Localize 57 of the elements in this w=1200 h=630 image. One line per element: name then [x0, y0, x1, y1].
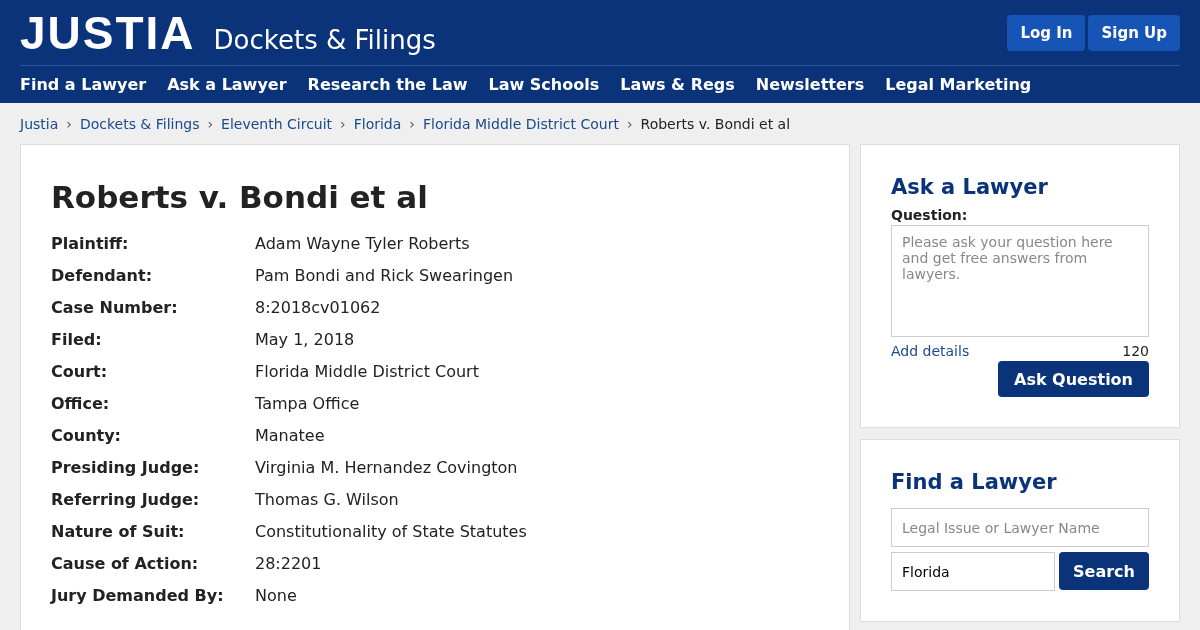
field-value: Thomas G. Wilson — [255, 489, 400, 510]
nav-link[interactable]: Laws & Regs — [620, 75, 735, 94]
panel-title: Find a Lawyer — [891, 470, 1058, 494]
justia-logo[interactable]: JUSTIA — [20, 5, 196, 60]
field-label: Cause of Action: — [51, 553, 200, 574]
question-label: Question: — [891, 207, 969, 223]
breadcrumb-link[interactable]: Justia — [20, 115, 59, 132]
nav-link[interactable]: Research the Law — [307, 75, 468, 94]
location-field[interactable]: Florida — [891, 552, 1055, 591]
field-value: May 1, 2018 — [255, 329, 356, 350]
field-label: Jury Demanded By: — [51, 585, 225, 606]
question-field[interactable]: Please ask your question here and get free answers from lawyers. — [891, 225, 1149, 337]
panel-title: Ask a Lawyer — [891, 175, 1049, 199]
nav-link[interactable]: Law Schools — [488, 75, 600, 94]
field-value: 28:2201 — [255, 553, 323, 574]
breadcrumb-link[interactable]: Dockets & Filings — [79, 115, 200, 132]
field-label: Court: — [51, 361, 109, 382]
character-count: 120 — [1122, 343, 1149, 359]
field-label: County: — [51, 425, 122, 446]
breadcrumb-link[interactable]: Eleventh Circuit — [221, 115, 333, 132]
sign-up-button[interactable]: Sign Up — [1088, 14, 1180, 51]
log-in-button[interactable]: Log In — [1007, 14, 1086, 51]
breadcrumb-separator: › — [409, 115, 415, 132]
field-value: Constitutionality of State Statutes — [255, 521, 528, 542]
field-value: Pam Bondi and Rick Swearingen — [255, 265, 515, 286]
breadcrumb-separator: › — [207, 115, 214, 132]
field-value: 8:2018cv01062 — [255, 297, 382, 318]
nav-link[interactable]: Legal Marketing — [885, 75, 1032, 94]
search-button[interactable]: Search — [1059, 552, 1149, 590]
field-value: Virginia M. Hernandez Covington — [255, 457, 519, 478]
field-value: Adam Wayne Tyler Roberts — [255, 233, 471, 254]
nav-link[interactable]: Newsletters — [755, 75, 865, 94]
nav-link[interactable]: Ask a Lawyer — [167, 75, 287, 94]
field-label: Presiding Judge: — [51, 457, 201, 478]
field-value: None — [255, 585, 298, 606]
field-value: Florida Middle District Court — [255, 361, 480, 382]
case-title: Roberts v. Bondi et al — [51, 179, 429, 215]
breadcrumb-link[interactable]: Florida — [353, 115, 402, 132]
field-label: Referring Judge: — [51, 489, 201, 510]
add-details-link[interactable]: Add details — [891, 343, 970, 359]
breadcrumb-current: Roberts v. Bondi et al — [640, 115, 791, 132]
field-label: Defendant: — [51, 265, 154, 286]
breadcrumb-link[interactable]: Florida Middle District Court — [422, 115, 619, 132]
field-value: Tampa Office — [255, 393, 361, 414]
field-label: Case Number: — [51, 297, 179, 318]
field-label: Plaintiff: — [51, 233, 130, 254]
field-label: Filed: — [51, 329, 103, 350]
search-field[interactable]: Legal Issue or Lawyer Name — [891, 508, 1149, 547]
field-value: Manatee — [255, 425, 326, 446]
ask-question-button[interactable]: Ask Question — [998, 361, 1149, 397]
field-label: Nature of Suit: — [51, 521, 186, 542]
breadcrumb-separator: › — [66, 115, 72, 132]
nav-link[interactable]: Find a Lawyer — [20, 75, 147, 94]
breadcrumb-separator: › — [340, 115, 346, 132]
section-title: Dockets & Filings — [213, 24, 436, 55]
field-label: Office: — [51, 393, 111, 414]
breadcrumb-separator: › — [626, 115, 633, 132]
